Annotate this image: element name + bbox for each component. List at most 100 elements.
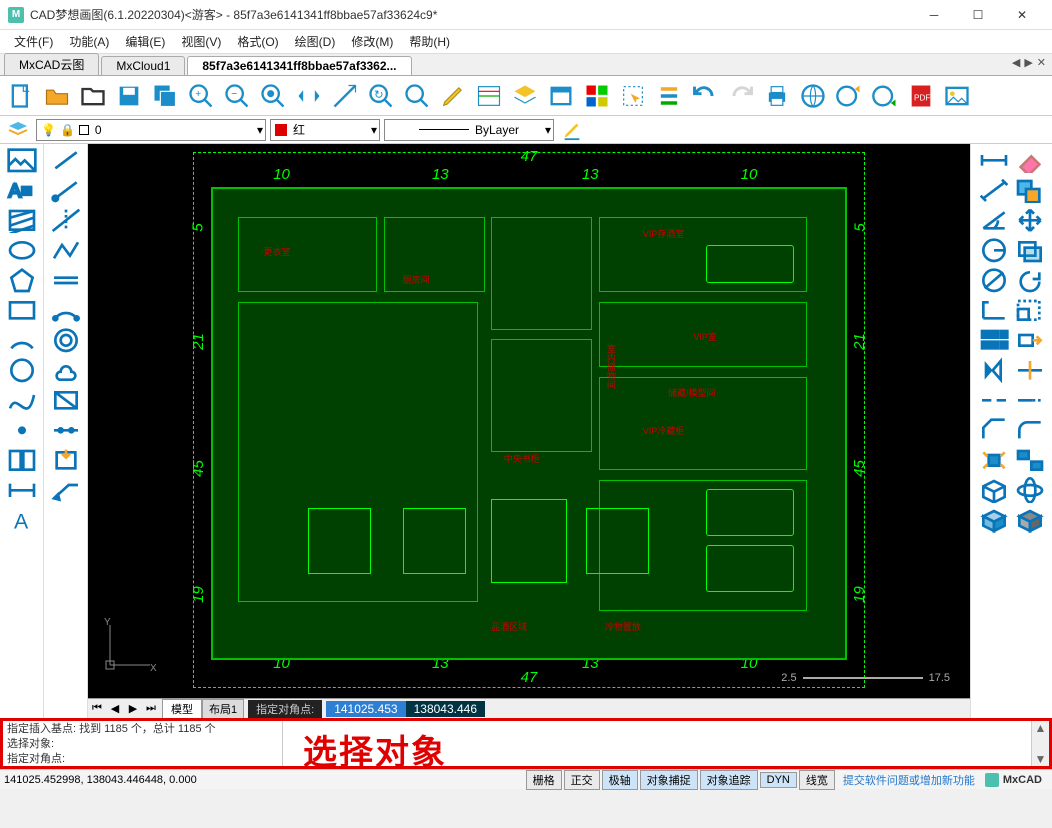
menu-help[interactable]: 帮助(H) (401, 31, 458, 52)
rotate-icon[interactable] (1014, 268, 1046, 292)
save-icon[interactable] (112, 79, 146, 113)
list-icon[interactable] (652, 79, 686, 113)
menu-edit[interactable]: 编辑(E) (117, 31, 173, 52)
align-icon[interactable] (1014, 448, 1046, 472)
status-osnap[interactable]: 对象捕捉 (640, 770, 698, 790)
zoom-previous-icon[interactable] (400, 79, 434, 113)
status-otrack[interactable]: 对象追踪 (700, 770, 758, 790)
image-icon[interactable] (940, 79, 974, 113)
move-icon[interactable] (1014, 208, 1046, 232)
zoom-out-icon[interactable]: − (220, 79, 254, 113)
region-icon[interactable] (50, 388, 82, 412)
close-button[interactable]: ✕ (1000, 1, 1044, 29)
leader-icon[interactable] (50, 478, 82, 502)
arc3p-icon[interactable] (50, 298, 82, 322)
status-polar[interactable]: 极轴 (602, 770, 638, 790)
linetype-combo[interactable]: ByLayer ▾ (384, 119, 554, 141)
tab-next-icon[interactable]: ▶ (124, 702, 142, 715)
zoom-in-icon[interactable]: + (184, 79, 218, 113)
save-as-icon[interactable] (148, 79, 182, 113)
globe-icon[interactable] (796, 79, 830, 113)
minimize-button[interactable]: ─ (912, 1, 956, 29)
menu-file[interactable]: 文件(F) (6, 31, 61, 52)
image-insert-icon[interactable] (6, 148, 38, 172)
print-icon[interactable] (760, 79, 794, 113)
dim-radius-icon[interactable] (978, 238, 1010, 262)
spline-icon[interactable] (6, 388, 38, 412)
properties-icon[interactable] (472, 79, 506, 113)
layout-tab[interactable]: 布局1 (202, 699, 244, 719)
menu-draw[interactable]: 绘图(D) (287, 31, 344, 52)
tab-scroll-left[interactable]: ◀ (1012, 56, 1020, 69)
scale-icon[interactable] (1014, 298, 1046, 322)
globe-download-icon[interactable] (868, 79, 902, 113)
explode-icon[interactable] (978, 448, 1010, 472)
multiline-icon[interactable] (50, 268, 82, 292)
zoom-extents-icon[interactable] (256, 79, 290, 113)
eraser-icon[interactable] (1014, 148, 1046, 172)
ellipse-icon[interactable] (6, 238, 38, 262)
offset-icon[interactable] (1014, 238, 1046, 262)
color-palette-icon[interactable] (580, 79, 614, 113)
block-icon[interactable] (6, 448, 38, 472)
globe-upload-icon[interactable] (832, 79, 866, 113)
zoom-realtime-icon[interactable]: ↻ (364, 79, 398, 113)
3dview-icon[interactable] (978, 478, 1010, 502)
divide-icon[interactable] (50, 418, 82, 442)
open-folder-icon[interactable] (40, 79, 74, 113)
point-icon[interactable] (6, 418, 38, 442)
status-grid[interactable]: 栅格 (526, 770, 562, 790)
extend-icon[interactable] (1014, 388, 1046, 412)
arc-icon[interactable] (6, 328, 38, 352)
status-dyn[interactable]: DYN (760, 772, 797, 788)
file-tab[interactable]: MxCAD云图 (4, 53, 99, 75)
menu-modify[interactable]: 修改(M) (343, 31, 401, 52)
cmd-scrollbar[interactable]: ▲▼ (1031, 721, 1049, 766)
undo-icon[interactable] (688, 79, 722, 113)
tab-scroll-right[interactable]: ▶ (1024, 56, 1032, 69)
polygon-icon[interactable] (6, 268, 38, 292)
file-tab-active[interactable]: 85f7a3e6141341ff8bbae57af3362... (187, 56, 411, 75)
copy-icon[interactable] (1014, 178, 1046, 202)
trim-icon[interactable] (1014, 358, 1046, 382)
rectangle-icon[interactable] (6, 298, 38, 322)
annotate-icon[interactable]: A (6, 508, 38, 532)
color-combo[interactable]: 红 ▾ (270, 119, 380, 141)
circle-icon[interactable] (6, 358, 38, 382)
menu-view[interactable]: 视图(V) (173, 31, 229, 52)
brush-icon[interactable] (558, 118, 586, 142)
status-ortho[interactable]: 正交 (564, 770, 600, 790)
dim-linear-icon[interactable] (978, 148, 1010, 172)
dim-angular-icon[interactable] (978, 208, 1010, 232)
zoom-window-icon[interactable] (328, 79, 362, 113)
render-icon[interactable] (1014, 508, 1046, 532)
ray-icon[interactable] (50, 178, 82, 202)
polyline-icon[interactable] (50, 238, 82, 262)
menu-function[interactable]: 功能(A) (61, 31, 117, 52)
tab-first-icon[interactable]: ⏮ (88, 702, 106, 715)
pan-icon[interactable] (292, 79, 326, 113)
dimension-icon[interactable] (6, 478, 38, 502)
tab-last-icon[interactable]: ⏭ (142, 702, 160, 715)
mirror-icon[interactable] (978, 358, 1010, 382)
insert-icon[interactable] (50, 448, 82, 472)
layer-manager-icon[interactable] (4, 118, 32, 142)
xline-icon[interactable] (50, 208, 82, 232)
fillet-icon[interactable] (1014, 418, 1046, 442)
pdf-icon[interactable]: PDF (904, 79, 938, 113)
feedback-link[interactable]: 提交软件问题或增加新功能 (835, 772, 975, 788)
pencil-icon[interactable] (436, 79, 470, 113)
window-icon[interactable] (544, 79, 578, 113)
open-file-icon[interactable] (76, 79, 110, 113)
maximize-button[interactable]: ☐ (956, 1, 1000, 29)
menu-format[interactable]: 格式(O) (229, 31, 286, 52)
layer-combo[interactable]: 💡 🔒 0 ▾ (36, 119, 266, 141)
select-icon[interactable] (616, 79, 650, 113)
line-icon[interactable] (50, 148, 82, 172)
redo-icon[interactable] (724, 79, 758, 113)
tab-close[interactable]: ✕ (1037, 56, 1046, 69)
tab-prev-icon[interactable]: ◀ (106, 702, 124, 715)
array-icon[interactable] (978, 328, 1010, 352)
break-icon[interactable] (978, 388, 1010, 412)
dim-ordinate-icon[interactable] (978, 298, 1010, 322)
